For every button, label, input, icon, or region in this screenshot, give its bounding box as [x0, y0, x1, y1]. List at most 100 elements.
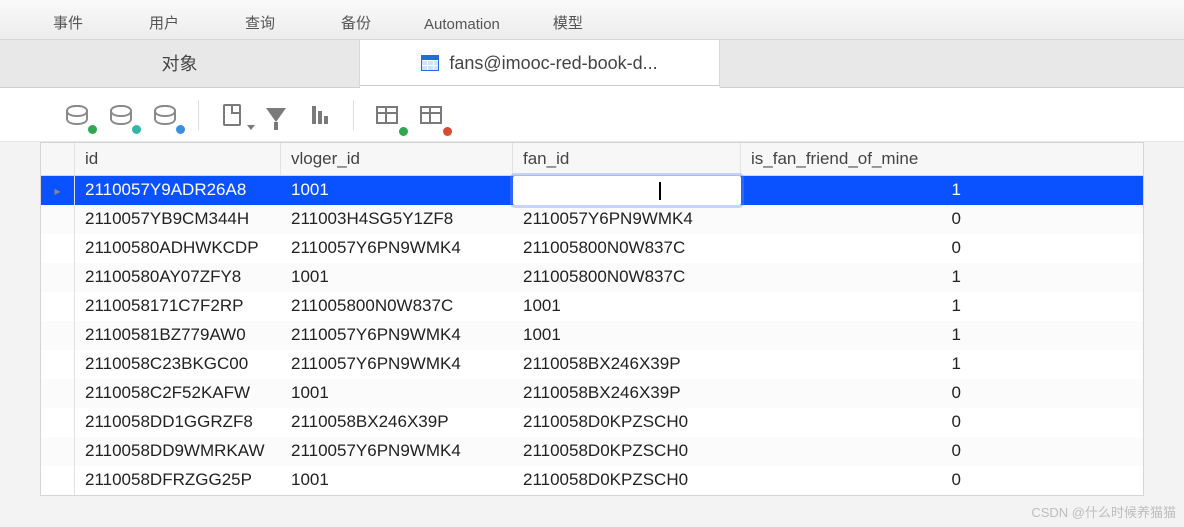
cell-is-fan-friend-of-mine[interactable]: 1: [741, 321, 971, 350]
toolbar-model[interactable]: 模型: [540, 12, 596, 33]
table-icon: [420, 106, 442, 124]
column-header-is-fan-friend[interactable]: is_fan_friend_of_mine: [741, 143, 971, 175]
cell-vloger-id[interactable]: 1001: [281, 466, 513, 495]
cell-is-fan-friend-of-mine[interactable]: 0: [741, 205, 971, 234]
toolbar-events[interactable]: 事件: [40, 12, 96, 33]
grid-body: ▸2110057Y9ADR26A810012110057Y6PN9WMK4121…: [41, 176, 1143, 495]
cell-vloger-id[interactable]: 211003H4SG5Y1ZF8: [281, 205, 513, 234]
cell-is-fan-friend-of-mine[interactable]: 1: [741, 292, 971, 321]
toolbar-query[interactable]: 查询: [232, 12, 288, 33]
row-marker[interactable]: [41, 321, 75, 350]
table-row[interactable]: 21100580AY07ZFY81001211005800N0W837C1: [41, 263, 1143, 292]
cell-is-fan-friend-of-mine[interactable]: 0: [741, 234, 971, 263]
row-marker[interactable]: [41, 379, 75, 408]
tab-objects-label: 对象: [162, 50, 198, 76]
export-table-button[interactable]: [414, 98, 448, 132]
tab-fans-label: fans@imooc-red-book-d...: [449, 53, 657, 74]
action-toolbar: [0, 88, 1184, 142]
cell-fan-id[interactable]: 2110057Y6PN9WMK4: [513, 205, 741, 234]
cell-vloger-id[interactable]: 1001: [281, 176, 513, 205]
cell-vloger-id[interactable]: 2110057Y6PN9WMK4: [281, 321, 513, 350]
import-table-button[interactable]: [370, 98, 404, 132]
cell-fan-id[interactable]: 2110058BX246X39P: [513, 379, 741, 408]
table-row[interactable]: 2110058DD9WMRKAW2110057Y6PN9WMK42110058D…: [41, 437, 1143, 466]
row-marker[interactable]: [41, 437, 75, 466]
column-header-fan-id[interactable]: fan_id: [513, 143, 741, 175]
table-row[interactable]: 2110058171C7F2RP211005800N0W837C10011: [41, 292, 1143, 321]
table-icon: [376, 106, 398, 124]
cell-is-fan-friend-of-mine[interactable]: 0: [741, 379, 971, 408]
cell-fan-id[interactable]: 2110058D0KPZSCH0: [513, 466, 741, 495]
cell-is-fan-friend-of-mine[interactable]: 0: [741, 466, 971, 495]
cell-id[interactable]: 2110058C23BKGC00: [75, 350, 281, 379]
cell-vloger-id[interactable]: 1001: [281, 263, 513, 292]
cell-id[interactable]: 2110058171C7F2RP: [75, 292, 281, 321]
cell-is-fan-friend-of-mine[interactable]: 0: [741, 408, 971, 437]
row-marker[interactable]: ▸: [41, 176, 75, 205]
cell-id[interactable]: 2110058DD9WMRKAW: [75, 437, 281, 466]
chevron-down-icon: [247, 125, 255, 130]
cell-fan-id[interactable]: 211005800N0W837C: [513, 234, 741, 263]
cell-id[interactable]: 21100581BZ779AW0: [75, 321, 281, 350]
cell-fan-id[interactable]: 1001: [513, 292, 741, 321]
database-icon: [110, 105, 132, 125]
row-marker[interactable]: [41, 350, 75, 379]
cell-vloger-id[interactable]: 211005800N0W837C: [281, 292, 513, 321]
document-dropdown-button[interactable]: [215, 98, 249, 132]
column-header-vloger-id[interactable]: vloger_id: [281, 143, 513, 175]
cell-is-fan-friend-of-mine[interactable]: 1: [741, 263, 971, 292]
cell-vloger-id[interactable]: 2110057Y6PN9WMK4: [281, 437, 513, 466]
commit-button[interactable]: [104, 98, 138, 132]
cell-vloger-id[interactable]: 2110057Y6PN9WMK4: [281, 350, 513, 379]
column-header-id[interactable]: id: [75, 143, 281, 175]
cell-is-fan-friend-of-mine[interactable]: 1: [741, 350, 971, 379]
table-row[interactable]: 2110058C2F52KAFW10012110058BX246X39P0: [41, 379, 1143, 408]
sort-button[interactable]: [303, 98, 337, 132]
tab-fans-table[interactable]: fans@imooc-red-book-d...: [360, 40, 720, 88]
table-row[interactable]: ▸2110057Y9ADR26A810012110057Y6PN9WMK41: [41, 176, 1143, 205]
row-marker[interactable]: [41, 292, 75, 321]
row-marker[interactable]: [41, 205, 75, 234]
separator: [353, 100, 354, 130]
row-marker[interactable]: [41, 466, 75, 495]
table-row[interactable]: 21100581BZ779AW02110057Y6PN9WMK410011: [41, 321, 1143, 350]
cell-id[interactable]: 2110058DD1GGRZF8: [75, 408, 281, 437]
row-marker[interactable]: [41, 234, 75, 263]
tab-bar: 对象 fans@imooc-red-book-d...: [0, 40, 1184, 88]
row-marker[interactable]: [41, 263, 75, 292]
cell-id[interactable]: 2110058C2F52KAFW: [75, 379, 281, 408]
cell-fan-id[interactable]: 1001: [513, 321, 741, 350]
row-marker[interactable]: [41, 408, 75, 437]
cell-fan-id[interactable]: 2110058D0KPZSCH0: [513, 408, 741, 437]
cell-id[interactable]: 21100580AY07ZFY8: [75, 263, 281, 292]
table-row[interactable]: 2110058C23BKGC002110057Y6PN9WMK42110058B…: [41, 350, 1143, 379]
row-gutter-header[interactable]: [41, 143, 75, 175]
table-row[interactable]: 2110058DFRZGG25P10012110058D0KPZSCH00: [41, 466, 1143, 495]
run-query-button[interactable]: [60, 98, 94, 132]
table-row[interactable]: 2110058DD1GGRZF82110058BX246X39P2110058D…: [41, 408, 1143, 437]
cell-vloger-id[interactable]: 1001: [281, 379, 513, 408]
cell-vloger-id[interactable]: 2110057Y6PN9WMK4: [281, 234, 513, 263]
cell-id[interactable]: 2110057YB9CM344H: [75, 205, 281, 234]
tab-objects[interactable]: 对象: [0, 39, 360, 87]
toolbar-backup[interactable]: 备份: [328, 12, 384, 33]
refresh-button[interactable]: [148, 98, 182, 132]
table-icon: [421, 55, 439, 71]
cell-fan-id[interactable]: 2110058D0KPZSCH0: [513, 437, 741, 466]
cell-id[interactable]: 2110058DFRZGG25P: [75, 466, 281, 495]
document-icon: [223, 104, 241, 126]
database-icon: [154, 105, 176, 125]
cell-id[interactable]: 2110057Y9ADR26A8: [75, 176, 281, 205]
cell-vloger-id[interactable]: 2110058BX246X39P: [281, 408, 513, 437]
table-row[interactable]: 2110057YB9CM344H211003H4SG5Y1ZF82110057Y…: [41, 205, 1143, 234]
toolbar-automation[interactable]: Automation: [424, 16, 500, 33]
cell-id[interactable]: 21100580ADHWKCDP: [75, 234, 281, 263]
cell-fan-id[interactable]: 211005800N0W837C: [513, 263, 741, 292]
toolbar-users[interactable]: 用户: [136, 12, 192, 33]
cell-fan-id[interactable]: 2110058BX246X39P: [513, 350, 741, 379]
table-row[interactable]: 21100580ADHWKCDP2110057Y6PN9WMK421100580…: [41, 234, 1143, 263]
filter-button[interactable]: [259, 98, 293, 132]
cell-fan-id[interactable]: 2110057Y6PN9WMK4: [513, 176, 741, 205]
cell-is-fan-friend-of-mine[interactable]: 1: [741, 176, 971, 205]
cell-is-fan-friend-of-mine[interactable]: 0: [741, 437, 971, 466]
